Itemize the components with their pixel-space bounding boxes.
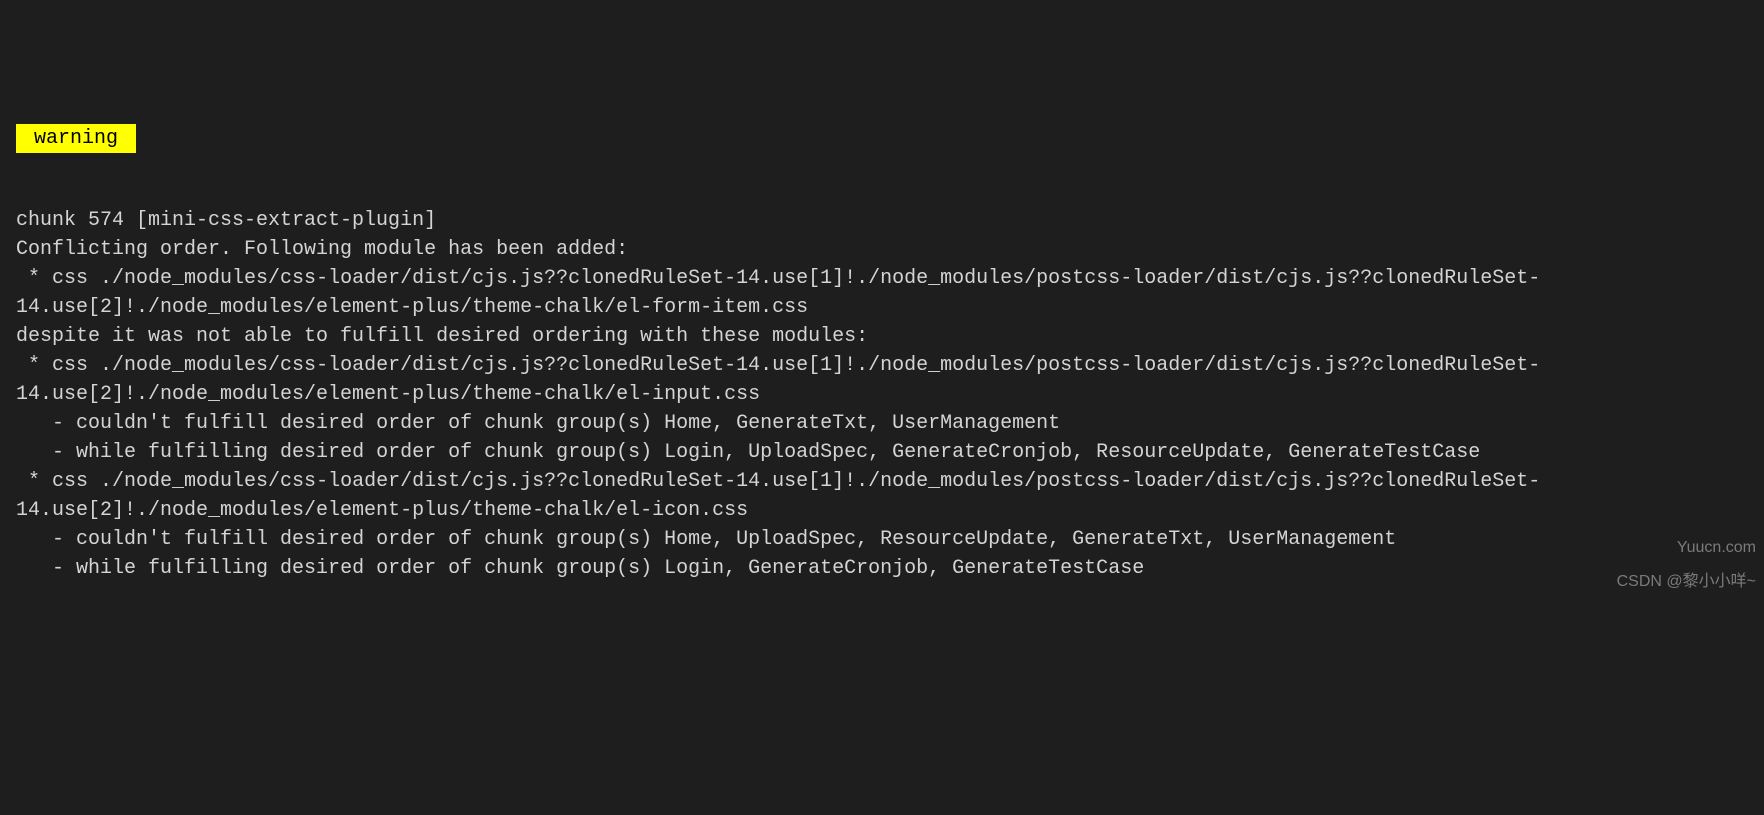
- watermark-site: Yuucn.com: [1677, 536, 1756, 559]
- terminal-output: chunk 574 [mini-css-extract-plugin]Confl…: [16, 206, 1748, 583]
- terminal-line: * css ./node_modules/css-loader/dist/cjs…: [16, 351, 1748, 409]
- terminal-line: despite it was not able to fulfill desir…: [16, 322, 1748, 351]
- terminal-line: - while fulfilling desired order of chun…: [16, 438, 1748, 467]
- terminal-line: chunk 574 [mini-css-extract-plugin]: [16, 206, 1748, 235]
- terminal-line: - couldn't fulfill desired order of chun…: [16, 409, 1748, 438]
- terminal-line: - couldn't fulfill desired order of chun…: [16, 525, 1748, 554]
- warning-tag: warning: [16, 124, 136, 153]
- terminal-line: Conflicting order. Following module has …: [16, 235, 1748, 264]
- warning-tag-text: warning: [34, 127, 118, 150]
- terminal-line: * css ./node_modules/css-loader/dist/cjs…: [16, 264, 1748, 322]
- terminal-line: - while fulfilling desired order of chun…: [16, 554, 1748, 583]
- terminal-line: * css ./node_modules/css-loader/dist/cjs…: [16, 467, 1748, 525]
- watermark-author: CSDN @黎小小咩~: [1617, 570, 1756, 593]
